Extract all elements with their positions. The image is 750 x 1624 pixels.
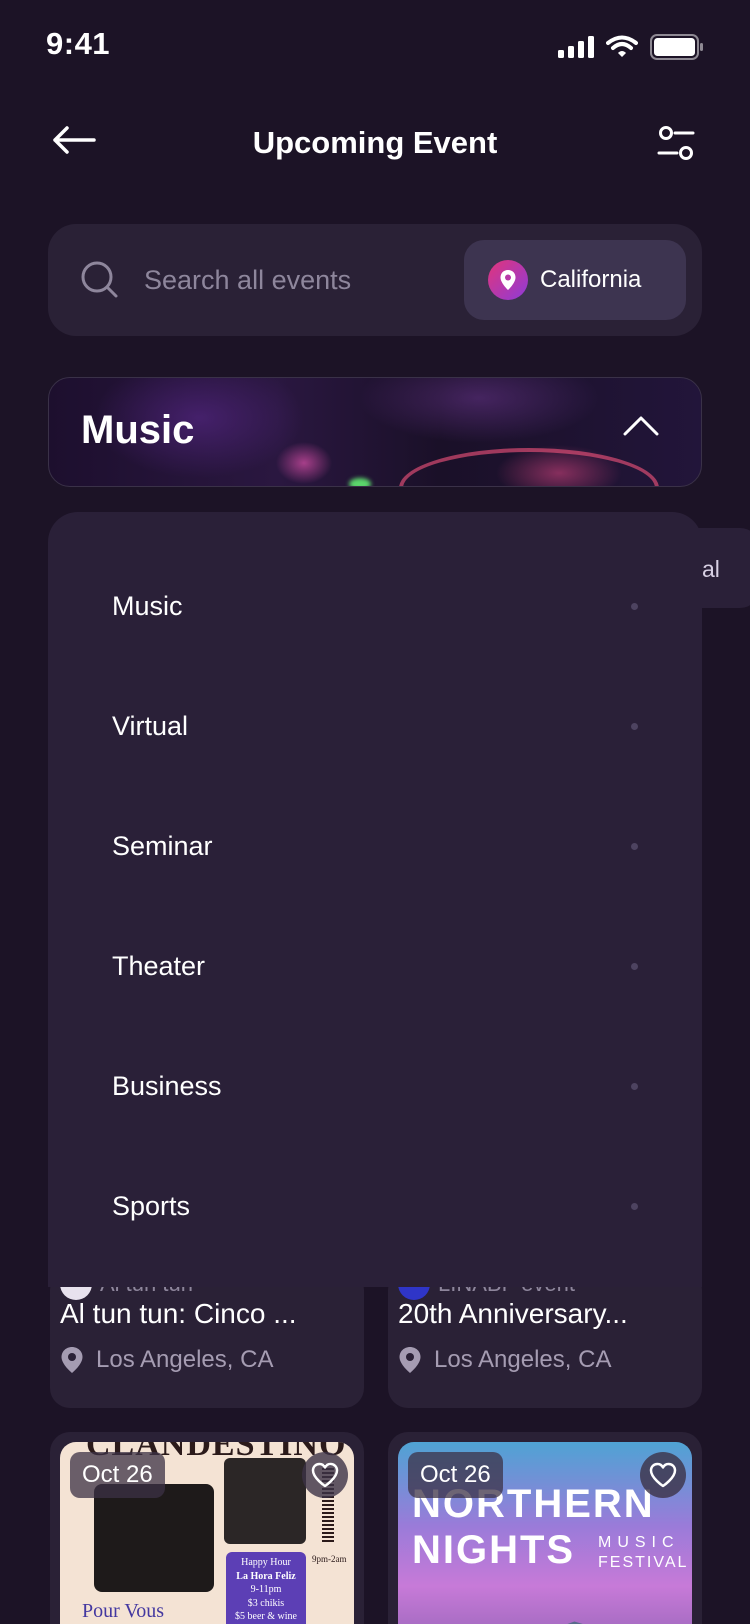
- banner-light: [349, 478, 371, 486]
- wifi-icon: [606, 35, 638, 57]
- event-location-text: Los Angeles, CA: [434, 1346, 612, 1373]
- chevron-up-icon: [623, 416, 659, 436]
- signal-icon: [558, 36, 594, 58]
- poster-photo: [224, 1458, 306, 1544]
- search-input[interactable]: [144, 256, 504, 304]
- dropdown-item-label: Virtual: [112, 710, 189, 741]
- date-badge: Oct 26: [408, 1452, 503, 1498]
- promo-line: Happy Hour: [241, 1557, 291, 1568]
- event-title: 20th Anniversary...: [398, 1298, 628, 1329]
- location-pin-icon: [488, 260, 528, 300]
- status-time: 9:41: [46, 26, 111, 61]
- heart-icon: [649, 1462, 677, 1488]
- collapse-button[interactable]: [621, 414, 661, 450]
- category-banner[interactable]: Music: [48, 377, 702, 487]
- sliders-icon: [657, 126, 695, 160]
- poster-subtitle: MUSIC: [598, 1534, 680, 1551]
- battery-icon: [650, 34, 703, 60]
- banner-decoration: [399, 448, 659, 486]
- dropdown-item-label: Seminar: [112, 830, 213, 861]
- poster-promo: Happy Hour La Hora Feliz 9-11pm $3 chiki…: [226, 1552, 306, 1624]
- dropdown-item-seminar[interactable]: Seminar: [48, 786, 702, 906]
- poster-photo: [94, 1484, 214, 1592]
- radio-dot-icon: [631, 602, 638, 610]
- location-pin-icon: [399, 1347, 421, 1373]
- category-dropdown: Music Virtual Seminar Theater Business S…: [48, 512, 702, 1287]
- promo-line: $3 chikis: [247, 1597, 285, 1609]
- radio-dot-icon: [631, 842, 638, 850]
- promo-line: La Hora Feliz: [236, 1570, 296, 1582]
- event-location: Los Angeles, CA: [398, 1346, 611, 1374]
- favorite-button[interactable]: [640, 1452, 686, 1498]
- poster-subtitle: Pour Vous: [82, 1600, 165, 1622]
- location-selector[interactable]: California: [464, 240, 686, 320]
- promo-line: 9-11pm: [250, 1584, 282, 1595]
- poster-landscape: [398, 1621, 692, 1624]
- promo-line: $5 beer & wine: [235, 1611, 297, 1622]
- search-icon: [81, 261, 118, 298]
- status-icons: [558, 34, 704, 60]
- event-location-text: Los Angeles, CA: [96, 1346, 274, 1373]
- page-title: Upcoming Event: [252, 125, 498, 160]
- radio-dot-icon: [631, 1202, 638, 1210]
- event-card[interactable]: CLANDESTINO Pour Vous Happy Hour La Hora…: [50, 1432, 364, 1624]
- poster-title: NIGHTS: [412, 1528, 576, 1572]
- dropdown-item-label: Sports: [112, 1190, 191, 1221]
- radio-dot-icon: [631, 722, 638, 730]
- dropdown-item-music[interactable]: Music: [48, 546, 702, 666]
- dropdown-item-sports[interactable]: Sports: [48, 1146, 702, 1266]
- dropdown-item-business[interactable]: Business: [48, 1026, 702, 1146]
- event-location: Los Angeles, CA: [60, 1346, 273, 1374]
- category-tab-label: al: [702, 556, 720, 582]
- event-card[interactable]: NORTHERN NIGHTS MUSIC FESTIVAL Oct 26: [388, 1432, 702, 1624]
- poster-hours: 9pm-2am: [312, 1554, 347, 1564]
- favorite-button[interactable]: [302, 1452, 348, 1498]
- event-card[interactable]: Al tun tun Al tun tun: Cinco ... Los Ang…: [50, 1270, 364, 1408]
- location-label: California: [540, 266, 642, 293]
- heart-icon: [311, 1462, 339, 1488]
- search-bar: California: [48, 224, 702, 336]
- dropdown-item-virtual[interactable]: Virtual: [48, 666, 702, 786]
- category-title: Music: [81, 408, 195, 452]
- date-badge: Oct 26: [70, 1452, 165, 1498]
- radio-dot-icon: [631, 962, 638, 970]
- dropdown-item-theater[interactable]: Theater: [48, 906, 702, 1026]
- dropdown-item-label: Music: [112, 590, 183, 621]
- dropdown-item-label: Theater: [112, 950, 206, 981]
- event-card[interactable]: LINABF event 20th Anniversary... Los Ang…: [388, 1270, 702, 1408]
- dropdown-item-label: Business: [112, 1070, 222, 1101]
- location-pin-icon: [61, 1347, 83, 1373]
- filter-button[interactable]: [656, 124, 700, 164]
- poster-subtitle: FESTIVAL: [598, 1554, 689, 1571]
- radio-dot-icon: [631, 1082, 638, 1090]
- event-title: Al tun tun: Cinco ...: [60, 1298, 297, 1329]
